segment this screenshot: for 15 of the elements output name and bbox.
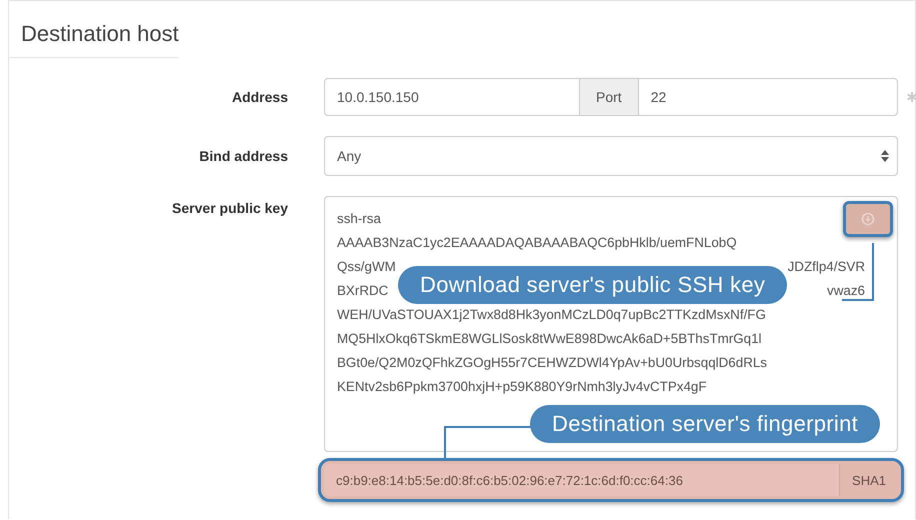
download-button[interactable] bbox=[843, 201, 893, 237]
asterisk-icon bbox=[907, 92, 916, 102]
download-icon bbox=[861, 212, 875, 226]
field-label: Server public key bbox=[172, 200, 288, 216]
bind-address-select[interactable]: Any bbox=[324, 136, 898, 176]
fingerprint-field[interactable]: c9:b9:e8:14:b5:5e:d0:8f:c6:b5:02:96:e7:72:1c:6d:f0:cc:64:36 SHA1 bbox=[324, 464, 898, 496]
field-label: Address bbox=[232, 89, 288, 105]
section-title: Destination host bbox=[9, 1, 179, 58]
hash-label: SHA1 bbox=[839, 464, 898, 496]
address-field[interactable]: 10.0.150.150 Port 22 bbox=[324, 78, 898, 116]
field-label: Bind address bbox=[199, 148, 288, 164]
callout-label: Download server's public SSH key bbox=[398, 266, 788, 304]
callout-label: Destination server's fingerprint bbox=[530, 405, 880, 443]
port-label: Port bbox=[579, 79, 639, 115]
updown-caret-icon bbox=[881, 150, 889, 162]
